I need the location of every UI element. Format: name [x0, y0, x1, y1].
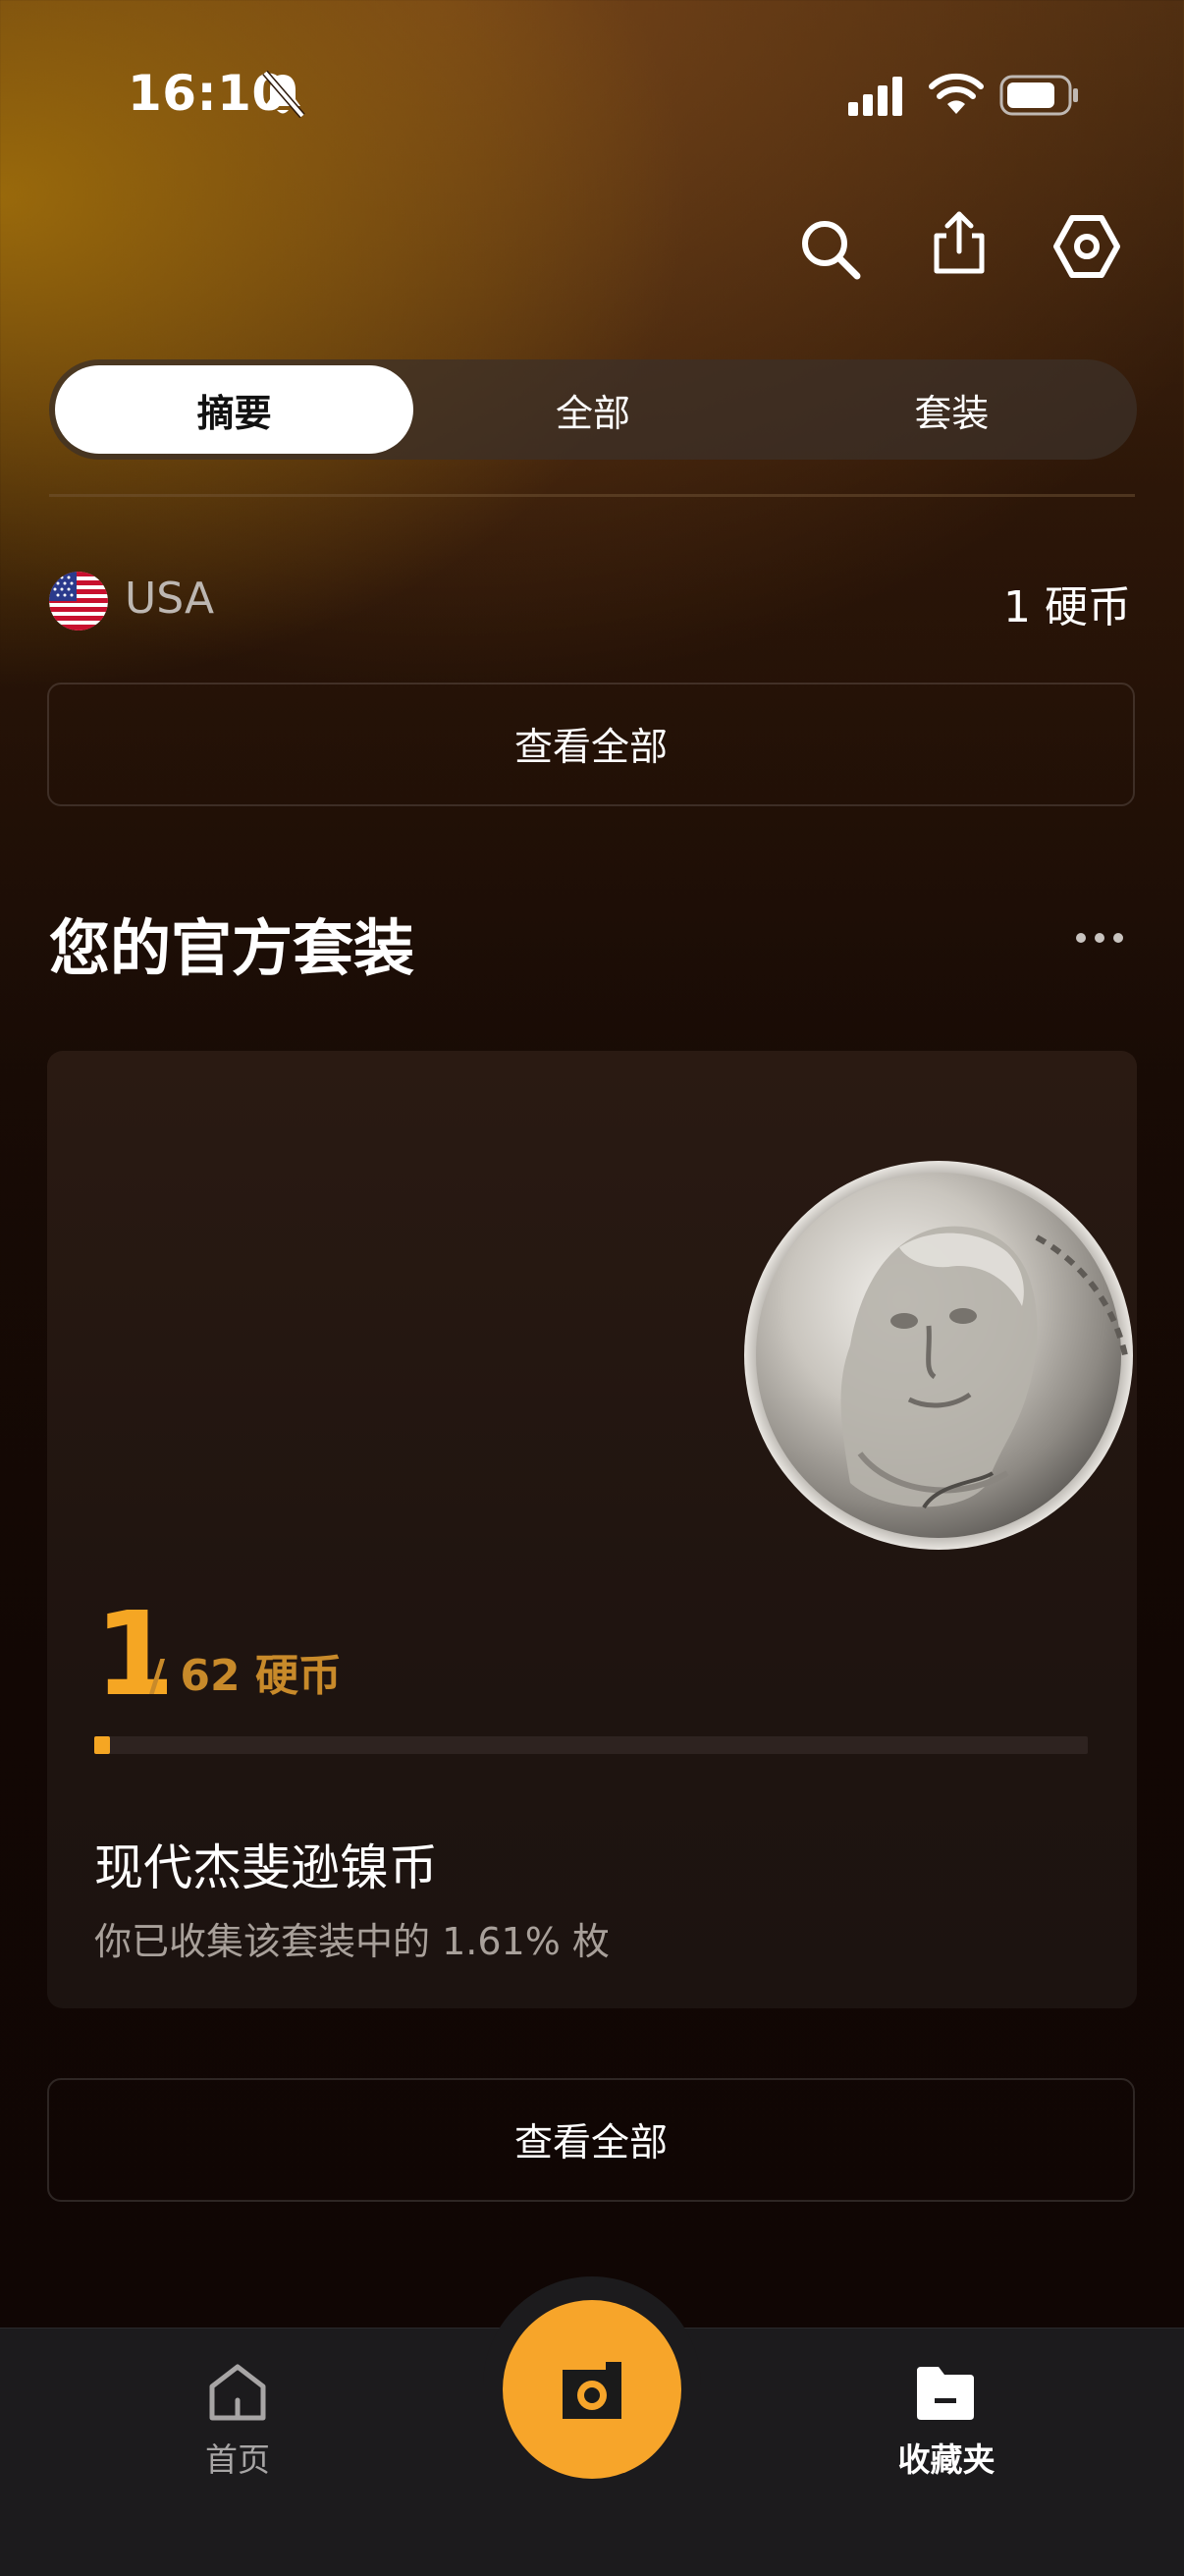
camera-icon — [563, 2362, 621, 2419]
camera-button[interactable] — [503, 2300, 681, 2479]
tab-all[interactable]: 全部 — [413, 365, 772, 454]
progress-track — [94, 1736, 1088, 1754]
view-all-sets-button[interactable]: 查看全部 — [47, 2078, 1135, 2202]
set-description: 你已收集该套装中的 1.61% 枚 — [94, 1920, 610, 1963]
progress-fill — [94, 1736, 110, 1754]
view-all-countries-button[interactable]: 查看全部 — [47, 683, 1135, 806]
battery-icon — [999, 75, 1078, 116]
country-name[interactable]: USA — [125, 574, 214, 624]
coin-image — [744, 1161, 1133, 1550]
settings-icon[interactable] — [1052, 212, 1121, 281]
collection-tabs: 摘要 全部 套装 — [49, 359, 1137, 460]
folder-icon[interactable] — [915, 2365, 976, 2422]
bell-muted-icon — [262, 70, 305, 119]
section-title: 您的官方套装 — [49, 912, 415, 984]
country-coin-count: 1 硬币 — [1003, 582, 1131, 632]
search-icon[interactable] — [795, 214, 864, 283]
total-count: / 62 硬币 — [149, 1651, 342, 1701]
nav-favorites-label[interactable]: 收藏夹 — [878, 2434, 1015, 2481]
tab-sets[interactable]: 套装 — [773, 365, 1131, 454]
more-options-icon[interactable] — [1076, 933, 1123, 943]
share-icon[interactable] — [925, 208, 994, 277]
divider — [49, 494, 1135, 497]
wifi-icon — [929, 73, 984, 114]
home-icon[interactable] — [206, 2361, 269, 2424]
cellular-signal-icon — [848, 77, 902, 116]
set-name: 现代杰斐逊镍币 — [94, 1839, 438, 1896]
nav-home-label[interactable]: 首页 — [177, 2434, 298, 2481]
tab-summary[interactable]: 摘要 — [55, 365, 414, 454]
usa-flag-icon — [49, 572, 108, 630]
